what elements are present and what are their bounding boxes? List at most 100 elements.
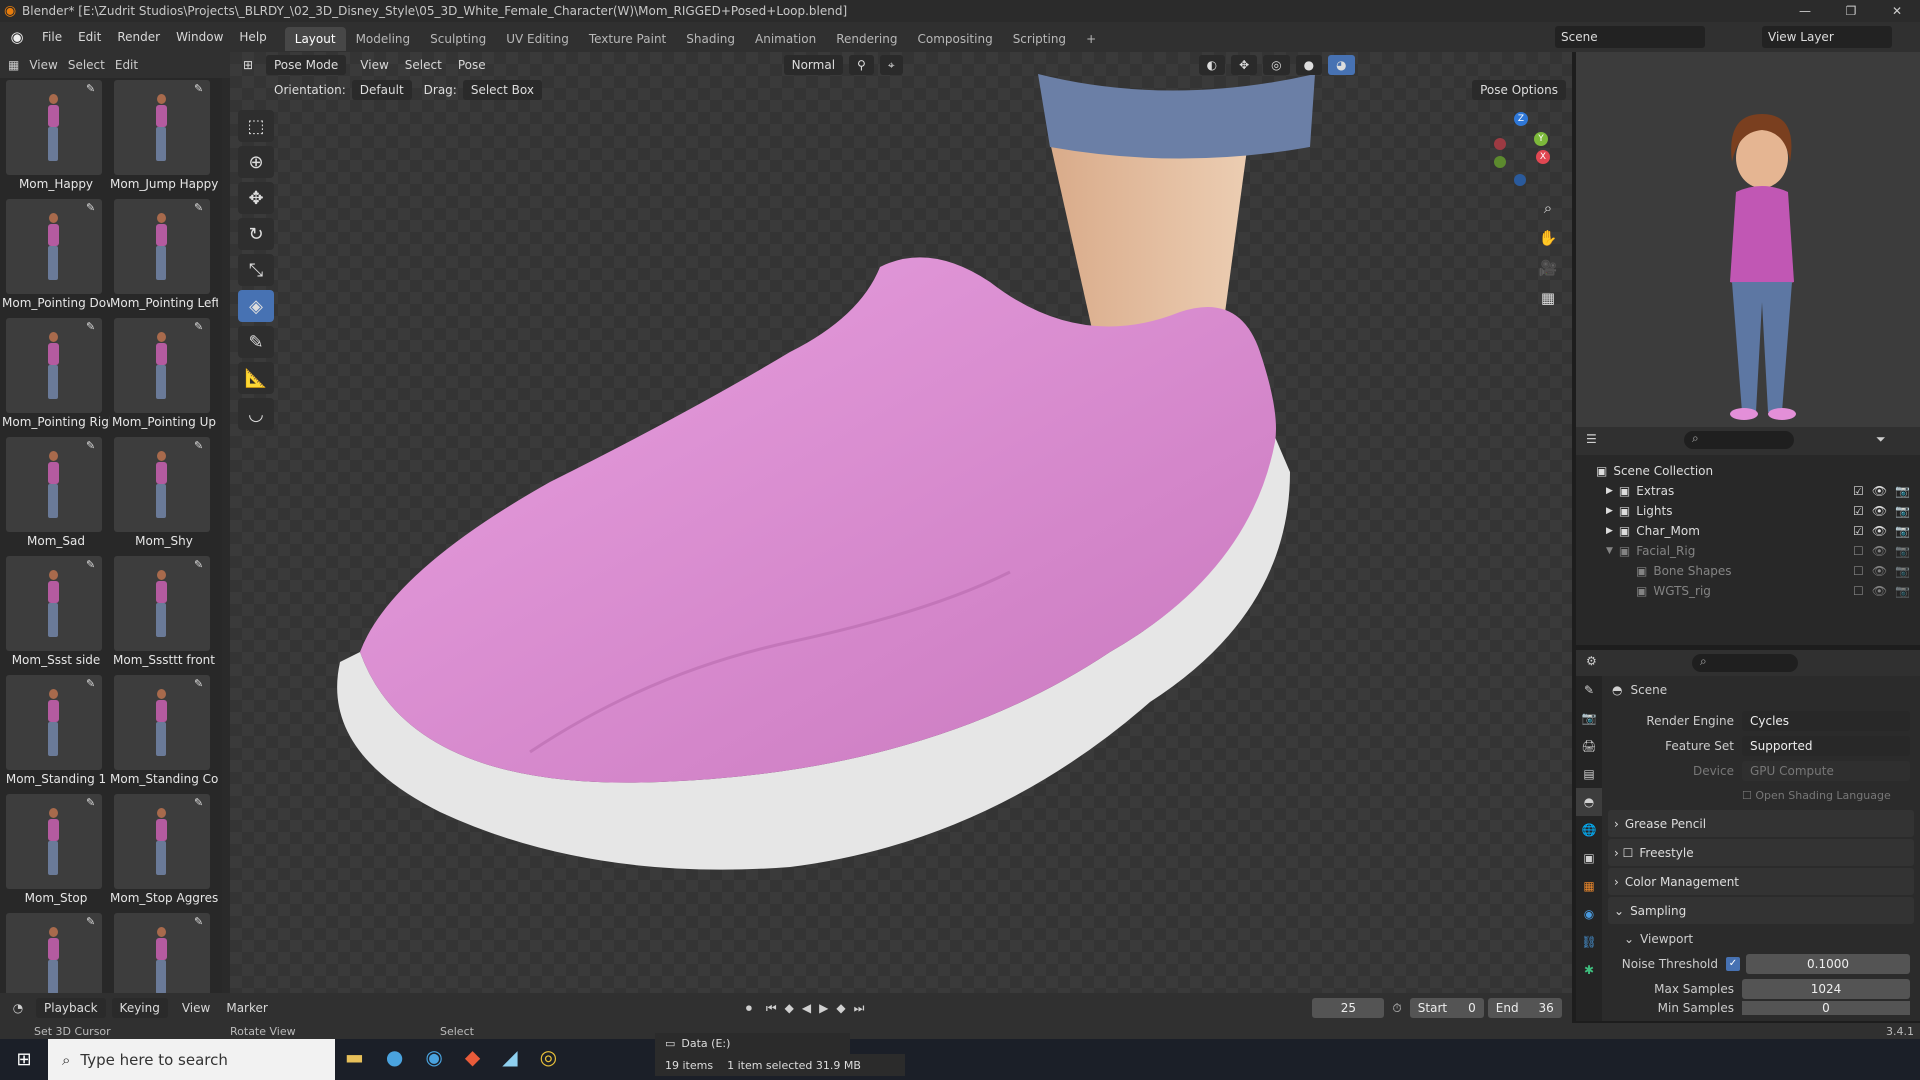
eye-icon[interactable]: 👁 xyxy=(1872,584,1887,598)
editor-type-icon[interactable]: ▦ xyxy=(8,58,19,72)
annotate-tool-icon[interactable]: ✎ xyxy=(238,326,274,358)
scene-selector[interactable]: Scene xyxy=(1555,26,1705,48)
constraints-tab-icon[interactable]: ⛓ xyxy=(1576,928,1602,956)
render-engine-dropdown[interactable]: Cycles xyxy=(1742,710,1910,731)
shading-solid-icon[interactable]: ● xyxy=(1295,55,1323,75)
pose-options-button[interactable]: Pose Options xyxy=(1472,80,1566,100)
app-icon-3[interactable]: ◢ xyxy=(502,1045,517,1069)
viewport-menu-view[interactable]: View xyxy=(352,50,396,80)
asset-item[interactable]: ✎ Mom_Standing 1 xyxy=(2,673,110,792)
include-checkbox[interactable]: ☐ xyxy=(1853,584,1864,598)
close-button[interactable]: ✕ xyxy=(1874,0,1920,22)
asset-item[interactable]: ✎ Mom_Ssst side xyxy=(2,554,110,673)
chrome-icon[interactable]: ◎ xyxy=(540,1045,557,1069)
asset-item[interactable]: ✎ Mom_Sssttt front xyxy=(110,554,218,673)
asset-item[interactable]: ✎ Mom_Pointing Right xyxy=(2,316,110,435)
asset-item[interactable]: ✎ Mom_Sad xyxy=(2,435,110,554)
playback-menu[interactable]: Playback xyxy=(36,998,106,1018)
edit-asset-icon[interactable]: ✎ xyxy=(194,320,208,334)
camera-icon[interactable]: 📷 xyxy=(1895,544,1910,558)
relax-pose-tool-icon[interactable]: ◡ xyxy=(238,398,274,430)
record-icon[interactable]: ⏺ xyxy=(746,1001,752,1016)
orientation-selector[interactable]: Default xyxy=(351,80,412,100)
camera-icon[interactable]: 📷 xyxy=(1895,584,1910,598)
gizmo-y-icon[interactable]: Y xyxy=(1534,132,1548,146)
tab-scripting[interactable]: Scripting xyxy=(1003,27,1076,51)
gizmo-icon[interactable]: ✥ xyxy=(1231,55,1258,75)
pan-hand-icon[interactable]: ✋ xyxy=(1535,225,1561,251)
camera-view-icon[interactable]: 🎥 xyxy=(1535,255,1561,281)
section-color-management[interactable]: › Color Management xyxy=(1608,868,1914,895)
edit-asset-icon[interactable]: ✎ xyxy=(194,558,208,572)
world-tab-icon[interactable]: 🌐 xyxy=(1576,816,1602,844)
eye-icon[interactable]: 👁 xyxy=(1872,484,1887,498)
figma-icon[interactable]: ◆ xyxy=(465,1045,480,1069)
include-checkbox[interactable]: ☑ xyxy=(1853,484,1864,498)
tool-tab-icon[interactable]: ✎ xyxy=(1576,676,1602,704)
maximize-button[interactable]: ❐ xyxy=(1828,0,1874,22)
noise-threshold-checkbox[interactable]: ✓ xyxy=(1726,956,1740,971)
edit-asset-icon[interactable]: ✎ xyxy=(86,915,100,929)
edit-asset-icon[interactable]: ✎ xyxy=(194,201,208,215)
current-frame-field[interactable]: 25 xyxy=(1312,998,1385,1018)
edit-asset-icon[interactable]: ✎ xyxy=(194,439,208,453)
outliner-item[interactable]: ▶ ▣ Char_Mom ☑ 👁 📷 xyxy=(1576,521,1920,541)
asset-item[interactable]: ✎ Mom_Stop xyxy=(2,792,110,911)
end-frame-field[interactable]: End 36 xyxy=(1487,998,1562,1018)
preview-range-icon[interactable]: ⏱ xyxy=(1392,1001,1401,1016)
physics-tab-icon[interactable]: ◉ xyxy=(1576,900,1602,928)
add-workspace-icon[interactable]: + xyxy=(1076,27,1106,51)
outliner-item[interactable]: ▣ WGTS_rig ☐ 👁 📷 xyxy=(1576,581,1920,601)
camera-icon[interactable]: 📷 xyxy=(1895,524,1910,538)
zoom-icon[interactable]: ⌕ xyxy=(1535,195,1561,221)
expand-icon[interactable]: ▶ xyxy=(1606,486,1613,496)
gizmo-x-icon[interactable]: X xyxy=(1536,150,1550,164)
include-checkbox[interactable]: ☐ xyxy=(1853,544,1864,558)
jump-start-icon[interactable]: ⏮ xyxy=(766,1001,777,1016)
transform-orientation-selector[interactable]: Normal xyxy=(783,55,844,75)
edit-asset-icon[interactable]: ✎ xyxy=(194,82,208,96)
outliner-search-icon[interactable]: ⌕ xyxy=(1684,431,1794,449)
asset-item[interactable]: ✎ xyxy=(110,911,218,993)
device-dropdown[interactable]: GPU Compute xyxy=(1742,760,1910,781)
menu-render[interactable]: Render xyxy=(109,22,168,52)
file-explorer-icon[interactable]: ▬ xyxy=(345,1045,364,1069)
ortho-grid-icon[interactable]: ▦ xyxy=(1535,285,1561,311)
scene-tab-icon[interactable]: ◓ xyxy=(1576,788,1602,816)
3d-viewport[interactable] xyxy=(230,52,1572,993)
asset-item[interactable]: ✎ Mom_Happy xyxy=(2,78,110,197)
edit-asset-icon[interactable]: ✎ xyxy=(86,82,100,96)
camera-icon[interactable]: 📷 xyxy=(1895,484,1910,498)
noise-threshold-field[interactable]: 0.1000 xyxy=(1746,953,1910,974)
outliner-scene-collection[interactable]: ▣ Scene Collection xyxy=(1576,461,1920,481)
outliner-item[interactable]: ▶ ▣ Extras ☑ 👁 📷 xyxy=(1576,481,1920,501)
asset-item[interactable]: ✎ Mom_Shy xyxy=(110,435,218,554)
prev-key-icon[interactable]: ◆ xyxy=(785,1001,794,1015)
timeline-view-menu[interactable]: View xyxy=(174,993,218,1023)
rotate-tool-icon[interactable]: ↻ xyxy=(238,218,274,250)
edit-asset-icon[interactable]: ✎ xyxy=(194,677,208,691)
app-icon-2[interactable]: ◉ xyxy=(425,1045,442,1069)
properties-search-icon[interactable]: ⌕ xyxy=(1692,654,1798,672)
menu-edit[interactable]: Edit xyxy=(70,22,109,52)
outliner-item[interactable]: ▣ Bone Shapes ☐ 👁 📷 xyxy=(1576,561,1920,581)
select-box-tool-icon[interactable]: ⬚ xyxy=(238,110,274,142)
edit-asset-icon[interactable]: ✎ xyxy=(194,796,208,810)
object-tab-icon[interactable]: ▦ xyxy=(1576,872,1602,900)
eye-icon[interactable]: 👁 xyxy=(1872,544,1887,558)
tab-compositing[interactable]: Compositing xyxy=(907,27,1002,51)
render-tab-icon[interactable]: 📷 xyxy=(1576,704,1602,732)
gizmo-neg-y-icon[interactable] xyxy=(1494,156,1506,168)
gizmo-neg-z-icon[interactable] xyxy=(1514,174,1526,186)
tab-sculpting[interactable]: Sculpting xyxy=(420,27,496,51)
include-checkbox[interactable]: ☑ xyxy=(1853,504,1864,518)
asset-item[interactable]: ✎ Mom_Jump Happy xyxy=(110,78,218,197)
tab-layout[interactable]: Layout xyxy=(284,26,346,51)
tab-animation[interactable]: Animation xyxy=(745,27,826,51)
overlay-icon[interactable]: ◎ xyxy=(1263,55,1290,75)
expand-icon[interactable]: ▶ xyxy=(1606,506,1613,516)
drag-selector[interactable]: Select Box xyxy=(462,80,542,100)
camera-preview-viewport[interactable] xyxy=(1576,52,1920,427)
edit-asset-icon[interactable]: ✎ xyxy=(86,201,100,215)
eye-icon[interactable]: 👁 xyxy=(1872,504,1887,518)
